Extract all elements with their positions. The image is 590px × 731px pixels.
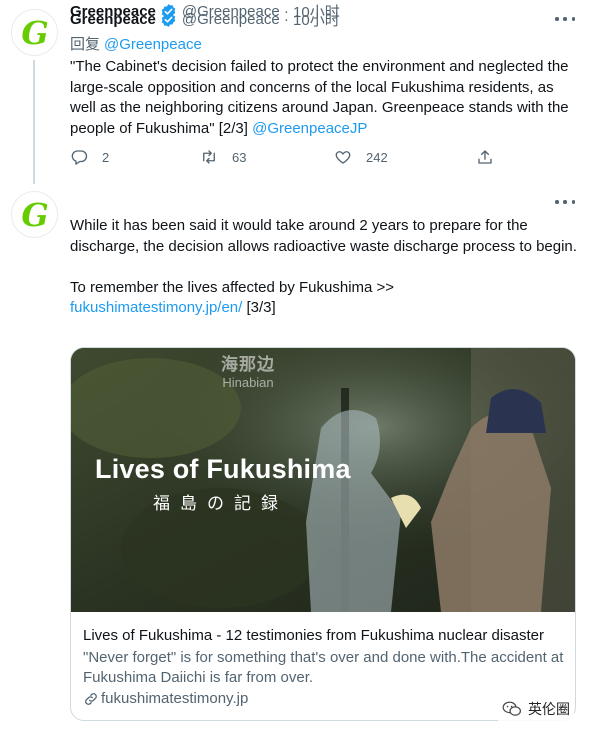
image-watermark: 海那边 Hinabian <box>221 350 275 390</box>
retweet-count: 63 <box>232 149 247 165</box>
tweet[interactable]: G Greenpeace @Greenpeace · 10小时 回复 @Green… <box>0 0 590 184</box>
reply-count: 2 <box>102 149 110 165</box>
dot-separator: · <box>279 2 294 20</box>
tweet-text-content: While it has been said it would take aro… <box>70 217 577 296</box>
card-text: Lives of Fukushima - 12 testimonies from… <box>83 626 569 688</box>
card-image-subtitle: 福島の記録 <box>153 494 288 514</box>
mention-link[interactable]: @GreenpeaceJP <box>252 120 367 137</box>
more-icon[interactable] <box>555 12 575 26</box>
like-count: 242 <box>366 149 388 165</box>
reply-button[interactable]: 2 <box>70 148 109 166</box>
reply-handle-link[interactable]: @Greenpeace <box>104 36 202 53</box>
watermark-en: Hinabian <box>222 375 274 390</box>
avatar[interactable]: G <box>11 191 58 238</box>
watermark-cn: 海那边 <box>221 355 275 374</box>
reply-label: 回复 <box>70 36 101 53</box>
author-name[interactable]: Greenpeace <box>70 3 156 20</box>
tweet-text-suffix: [3/3] <box>242 299 276 316</box>
tweet-text: "The Cabinet's decision failed to protec… <box>70 57 580 139</box>
svg-text:G: G <box>21 16 48 50</box>
card-domain[interactable]: fukushimatestimony.jp <box>83 690 248 707</box>
svg-text:G: G <box>21 198 48 232</box>
tweet-text: While it has been said it would take aro… <box>70 216 580 319</box>
thread-line <box>33 60 35 184</box>
link-card[interactable]: 海那边 Hinabian Lives of Fukushima 福島の記録 Li… <box>70 347 576 721</box>
card-image[interactable]: 海那边 Hinabian Lives of Fukushima 福島の記録 <box>71 348 575 612</box>
link-icon <box>85 692 97 705</box>
reply-to: 回复 @Greenpeace <box>70 33 202 54</box>
page-watermark-text: 英伦圈 <box>528 701 570 717</box>
retweet-button[interactable]: 63 <box>200 148 246 166</box>
greenpeace-logo-icon: G <box>21 198 48 232</box>
like-icon <box>335 151 351 164</box>
share-icon <box>478 150 492 164</box>
share-button[interactable] <box>476 148 494 166</box>
greenpeace-logo-icon: G <box>21 16 48 50</box>
card-description: "Never forget" is for something that's o… <box>83 649 564 686</box>
page-watermark: 英伦圈 <box>498 697 574 721</box>
like-button[interactable]: 242 <box>334 148 388 166</box>
tweet-url-link[interactable]: fukushimatestimony.jp/en/ <box>70 299 242 316</box>
verified-badge-icon <box>160 3 177 20</box>
retweet-icon <box>203 150 215 164</box>
avatar[interactable]: G <box>11 9 58 56</box>
tweet-actions: 2 63 242 <box>70 148 510 168</box>
author-handle[interactable]: @Greenpeace <box>182 3 280 20</box>
card-image-title: Lives of Fukushima <box>95 454 351 484</box>
reply-icon <box>71 150 88 165</box>
tweet-header: Greenpeace @Greenpeace · 10小时 <box>70 0 340 22</box>
card-title[interactable]: Lives of Fukushima - 12 testimonies from… <box>83 626 569 646</box>
timestamp[interactable]: 10小时 <box>293 1 340 22</box>
card-domain-text: fukushimatestimony.jp <box>101 690 249 707</box>
wechat-icon <box>502 701 521 716</box>
more-icon[interactable] <box>555 195 575 209</box>
